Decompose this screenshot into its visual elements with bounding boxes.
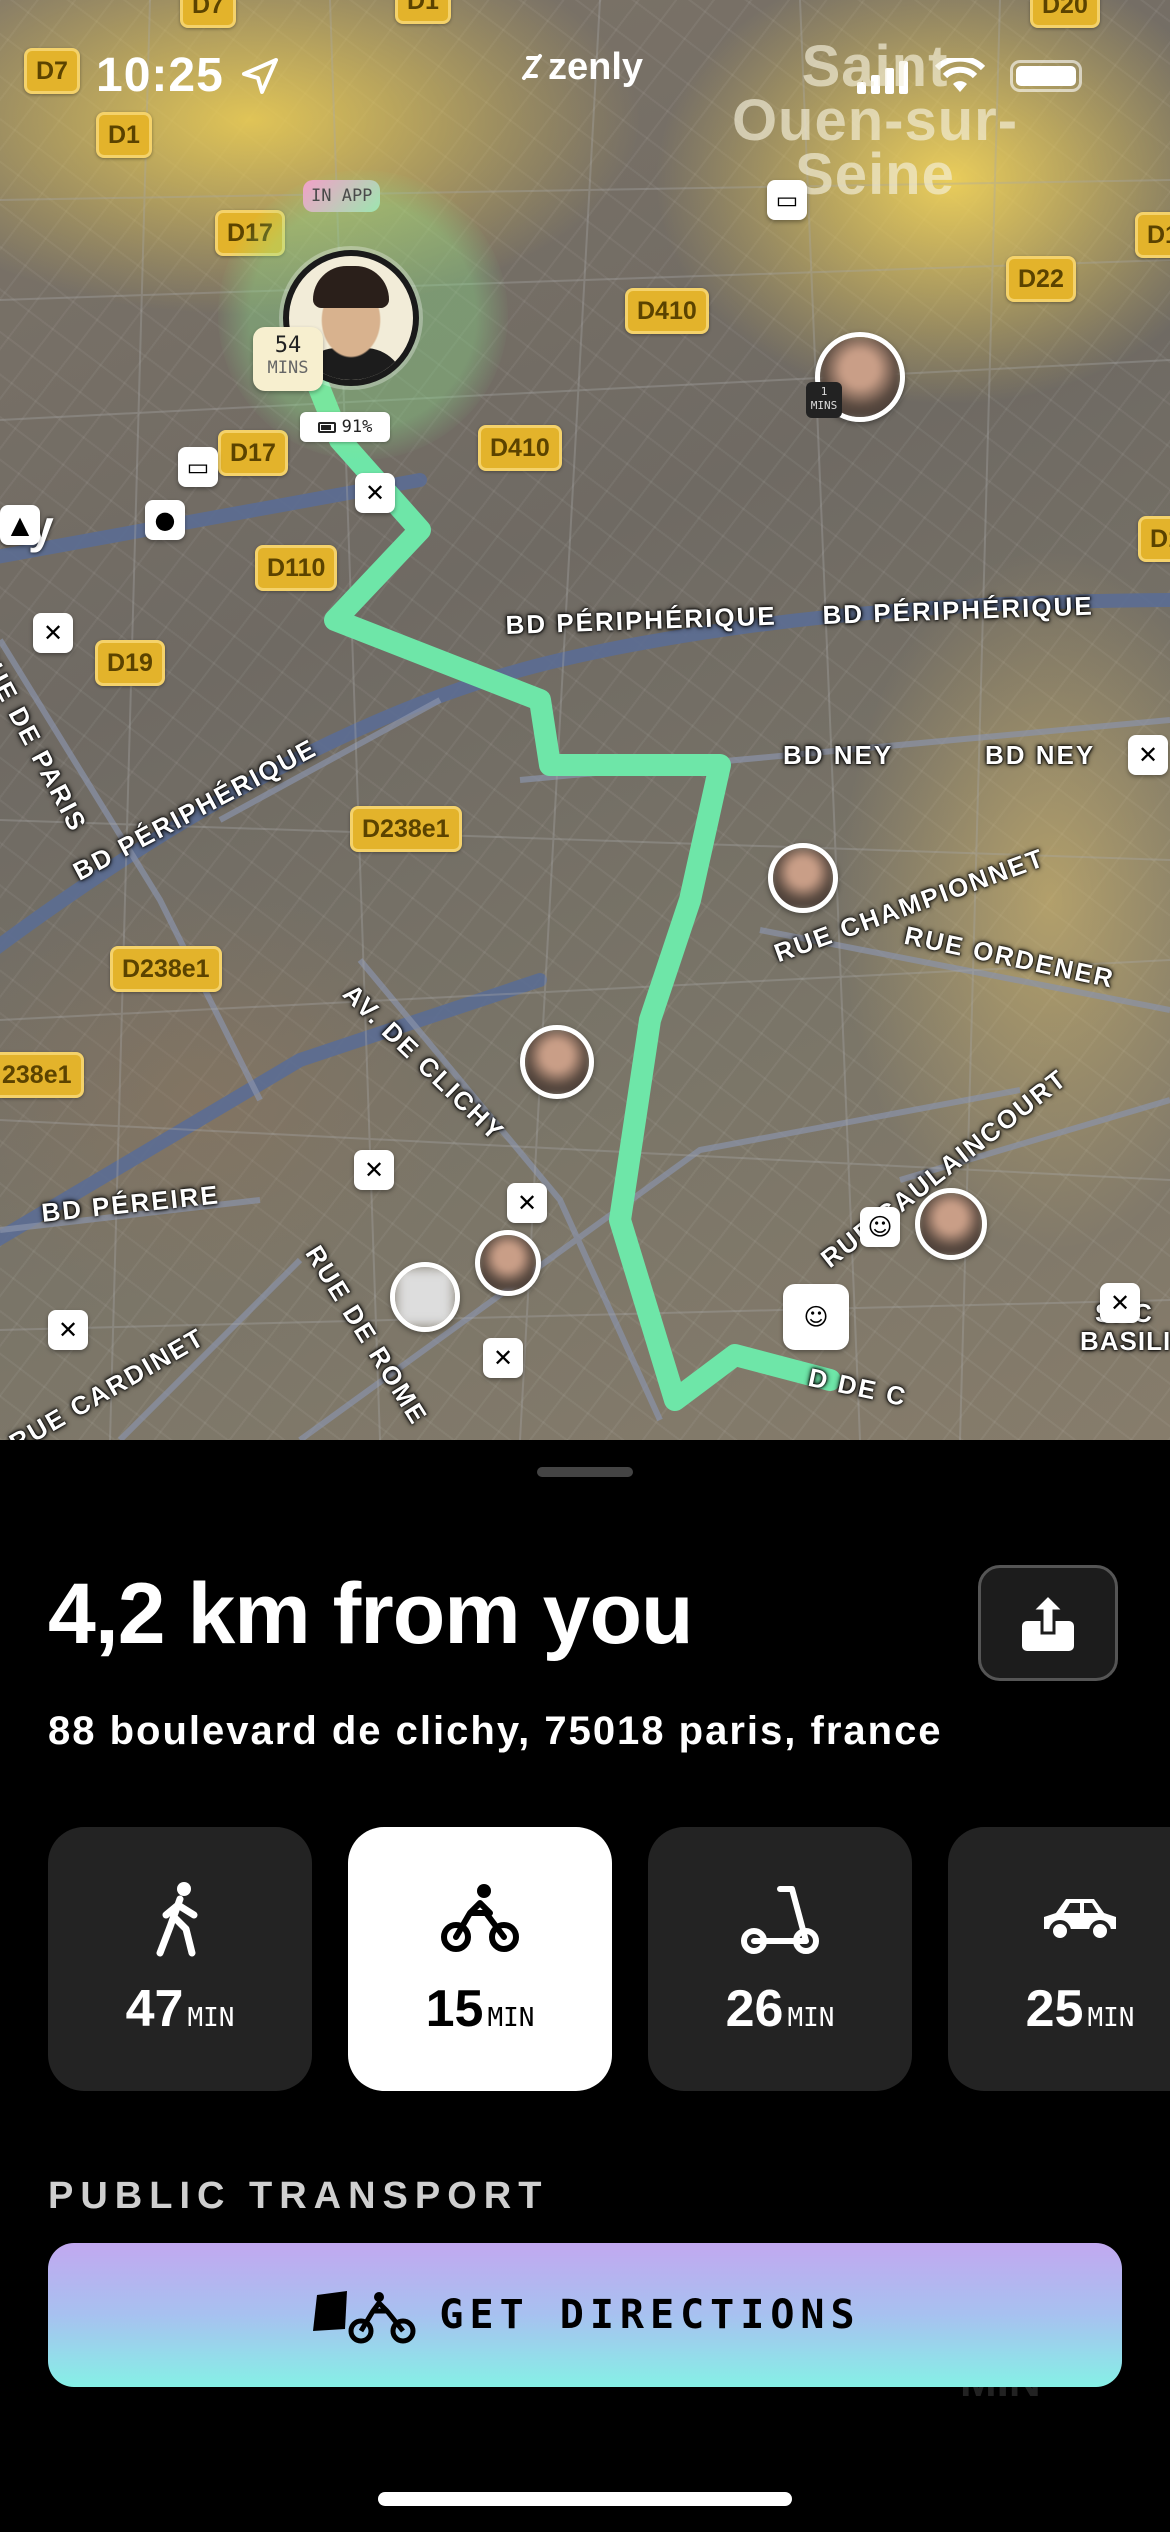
directions-bike-icon bbox=[313, 2291, 416, 2344]
friend-avatar[interactable] bbox=[520, 1025, 594, 1099]
restaurant-icon[interactable]: ✕ bbox=[354, 1150, 394, 1190]
share-upload-icon bbox=[1022, 1592, 1074, 1651]
mode-car-unit: MIN bbox=[1087, 2003, 1135, 2033]
mode-car-time: 25 bbox=[1025, 1980, 1084, 2038]
app-brand: zenly bbox=[548, 46, 644, 88]
road-badge: D238e1 bbox=[350, 806, 462, 852]
mode-bike-unit: MIN bbox=[487, 2003, 535, 2033]
road-badge: D20 bbox=[1030, 0, 1100, 28]
friend-avatar[interactable] bbox=[475, 1230, 541, 1296]
mode-bike-time: 15 bbox=[425, 1980, 484, 2038]
restaurant-icon[interactable]: ✕ bbox=[33, 613, 73, 653]
street-label: BASILIC bbox=[1080, 1326, 1170, 1356]
road-badge: D7 bbox=[24, 48, 80, 94]
scooter-icon bbox=[741, 1886, 819, 1954]
zenly-logo-icon bbox=[522, 54, 542, 80]
road-badge: D22 bbox=[1006, 256, 1076, 302]
map-roads bbox=[0, 0, 1170, 1440]
mode-car-button[interactable]: 25 MIN bbox=[948, 1827, 1170, 2091]
museum-icon[interactable]: ▲ bbox=[0, 505, 40, 545]
car-icon bbox=[1044, 1899, 1116, 1942]
friend-status-tag: IN APP bbox=[303, 180, 381, 212]
home-indicator[interactable] bbox=[378, 2492, 792, 2506]
road-badge: D410 bbox=[625, 288, 709, 334]
restaurant-icon[interactable]: ✕ bbox=[483, 1338, 523, 1378]
friend-battery-level: 91% bbox=[341, 417, 373, 437]
share-button[interactable] bbox=[978, 1565, 1118, 1681]
mode-walk-time: 47 bbox=[125, 1980, 184, 2038]
mode-walk-unit: MIN bbox=[187, 2003, 235, 2033]
route-line bbox=[307, 374, 841, 1411]
map-pin-icon[interactable]: ● bbox=[145, 500, 185, 540]
theater-icon[interactable]: ☺ bbox=[783, 1284, 849, 1350]
mode-scooter-unit: MIN bbox=[787, 2003, 835, 2033]
map-view[interactable]: 10:25 zenly Saint Ouen-sur- Seine hy D7 … bbox=[0, 0, 1170, 1440]
friend-minutes-tag: 1 MINS bbox=[806, 382, 842, 418]
road-badge: D110 bbox=[255, 545, 338, 591]
friend-avatar[interactable] bbox=[915, 1188, 987, 1260]
road-badge: D1 bbox=[395, 0, 451, 24]
destination-address: 88 boulevard de clichy, 75018 paris, fra… bbox=[48, 1709, 943, 1753]
road-badge: D19 bbox=[95, 640, 165, 686]
street-label: BD NEY bbox=[783, 740, 894, 770]
get-directions-button[interactable]: GET DIRECTIONS bbox=[48, 2243, 1122, 2387]
status-time: 10:25 bbox=[96, 49, 224, 102]
briefcase-icon[interactable]: ▭ bbox=[767, 180, 807, 220]
friend-avatar[interactable] bbox=[768, 843, 838, 913]
public-transport-heading: PUBLIC TRANSPORT bbox=[48, 2175, 549, 2217]
restaurant-icon[interactable]: ✕ bbox=[355, 473, 395, 513]
sheet-drag-handle[interactable] bbox=[537, 1467, 633, 1477]
get-directions-label: GET DIRECTIONS bbox=[439, 2292, 861, 2338]
travel-mode-list: 47 MIN 15 MIN 26 MIN 25 MIN bbox=[48, 1827, 1170, 2091]
battery-small-icon bbox=[317, 421, 336, 433]
restaurant-icon[interactable]: ✕ bbox=[1128, 735, 1168, 775]
distance-heading: 4,2 km from you bbox=[48, 1566, 694, 1662]
restaurant-icon[interactable]: ✕ bbox=[48, 1310, 88, 1350]
road-badge: D1 bbox=[1138, 516, 1170, 562]
friend-minutes-tag: 54 MINS bbox=[253, 327, 323, 391]
mode-scooter-time: 26 bbox=[725, 1980, 784, 2038]
road-badge: D17 bbox=[218, 430, 288, 476]
bicycle-icon bbox=[441, 1884, 519, 1952]
walking-icon bbox=[156, 1882, 198, 1957]
location-arrow-icon bbox=[242, 58, 278, 94]
destination-sheet: 4,2 km from you 88 boulevard de clichy, … bbox=[0, 1447, 1170, 2532]
road-badge: D7 bbox=[180, 0, 236, 28]
road-badge: D410 bbox=[478, 425, 562, 471]
friend-minutes: 54 bbox=[274, 333, 302, 358]
restaurant-icon[interactable]: ✕ bbox=[507, 1183, 547, 1223]
theater-icon[interactable]: ☺ bbox=[860, 1207, 900, 1247]
mode-scooter-button[interactable]: 26 MIN bbox=[648, 1827, 912, 2091]
briefcase-icon[interactable]: ▭ bbox=[178, 447, 218, 487]
road-badge: D1 bbox=[1135, 212, 1170, 258]
restaurant-icon[interactable]: ✕ bbox=[1100, 1283, 1140, 1323]
friend-minutes-unit: MINS bbox=[267, 358, 309, 378]
road-badge: D1 bbox=[96, 112, 152, 158]
place-label-saint-ouen: Saint Ouen-sur- Seine bbox=[731, 34, 1019, 207]
friend-battery-tag: 91% bbox=[300, 412, 390, 442]
mode-walk-button[interactable]: 47 MIN bbox=[48, 1827, 312, 2091]
road-badge: D238e1 bbox=[110, 946, 222, 992]
road-badge: 238e1 bbox=[0, 1052, 84, 1098]
friend-avatar[interactable] bbox=[390, 1262, 460, 1332]
mode-bike-button[interactable]: 15 MIN bbox=[348, 1827, 612, 2091]
street-label: BD NEY bbox=[985, 740, 1096, 770]
